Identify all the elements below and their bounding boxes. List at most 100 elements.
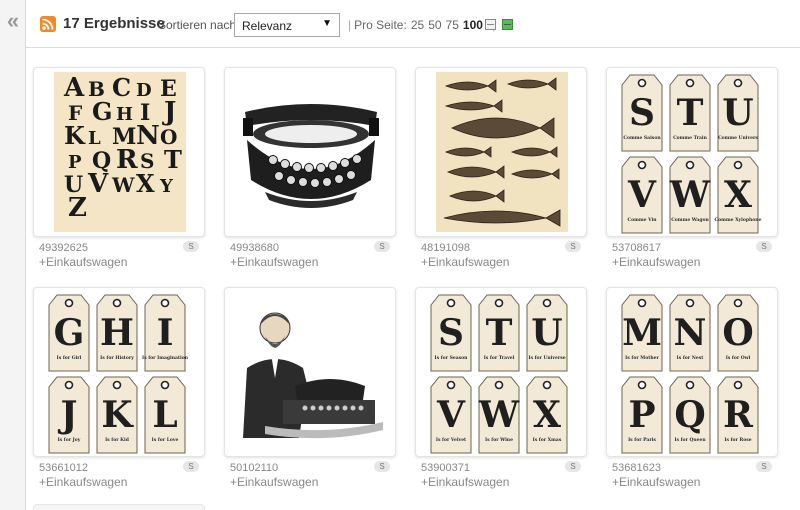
tag-caption: Comme Train bbox=[673, 135, 708, 141]
tag-caption: Is for Universe bbox=[528, 355, 565, 361]
add-to-cart-link[interactable]: +Einkaufswagen bbox=[39, 255, 127, 269]
result-thumbnail[interactable] bbox=[224, 287, 396, 457]
image-id: 49938680 bbox=[230, 242, 279, 254]
add-to-cart-link[interactable]: +Einkaufswagen bbox=[612, 475, 700, 489]
tag-caption: Is for Xmas bbox=[533, 437, 562, 443]
tag-caption: Is for Joy bbox=[58, 437, 81, 443]
sort-label: Sortieren nach bbox=[158, 18, 237, 32]
result-thumbnail[interactable]: M Is for Mother N Is for Nest O Is for Owl P Is… bbox=[606, 287, 778, 457]
alphabet-letter: C bbox=[112, 73, 131, 102]
alphabet-letter: J bbox=[162, 97, 176, 127]
divider: | bbox=[348, 18, 352, 32]
list-view-icon[interactable] bbox=[502, 19, 513, 30]
add-to-cart-link[interactable]: +Einkaufswagen bbox=[39, 475, 127, 489]
letter-tag: SIs for Season bbox=[430, 294, 472, 372]
result-card: 50102110 S +Einkaufswagen bbox=[224, 287, 396, 495]
size-badge[interactable]: S bbox=[565, 241, 581, 252]
tag-letter: M bbox=[622, 312, 662, 354]
size-badge[interactable]: S bbox=[756, 241, 772, 252]
add-to-cart-link[interactable]: +Einkaufswagen bbox=[421, 255, 509, 269]
tag-caption: Is for Imagination bbox=[142, 355, 189, 361]
letter-tag: SComme Saison bbox=[621, 74, 663, 152]
result-thumbnail[interactable]: G Is for Girl H Is for History I Is for Imagi… bbox=[33, 287, 205, 457]
tag-caption: Is for Kid bbox=[105, 437, 130, 443]
letter-tag: XComme Xylophone bbox=[715, 156, 762, 234]
letter-tag: MIs for Mother bbox=[621, 294, 663, 372]
image-id: 53681623 bbox=[612, 462, 661, 474]
tag-letter: P bbox=[628, 394, 655, 436]
size-badge[interactable]: S bbox=[183, 461, 199, 472]
image-id: 53900371 bbox=[421, 462, 470, 474]
size-badge[interactable]: S bbox=[565, 461, 581, 472]
letter-tag: NIs for Nest bbox=[669, 294, 711, 372]
alphabet-letter: N bbox=[136, 121, 160, 151]
tag-caption: Comme Univers bbox=[718, 135, 758, 141]
result-card: G Is for Girl H Is for History I Is for Imagi… bbox=[33, 287, 205, 495]
letter-tag: HIs for History bbox=[96, 294, 138, 372]
tag-caption: Comme Vin bbox=[628, 217, 658, 223]
result-thumbnail[interactable] bbox=[415, 67, 587, 237]
tag-caption: Is for Queen bbox=[674, 437, 706, 443]
per-page-option-100[interactable]: 100 bbox=[463, 18, 483, 32]
letter-tag: QIs for Queen bbox=[669, 376, 711, 454]
per-page-option-75[interactable]: 75 bbox=[446, 18, 459, 32]
tag-letter: X bbox=[533, 394, 561, 436]
typewriter-illustration bbox=[243, 104, 379, 208]
tag-letter: I bbox=[157, 312, 174, 354]
tag-letter: T bbox=[677, 92, 704, 134]
size-badge[interactable]: S bbox=[374, 241, 390, 252]
tag-letter: O bbox=[722, 312, 753, 354]
result-thumbnail[interactable] bbox=[224, 67, 396, 237]
sort-dropdown[interactable]: Relevanz ▼ bbox=[234, 13, 340, 37]
add-to-cart-link[interactable]: +Einkaufswagen bbox=[230, 475, 318, 489]
result-card: M Is for Mother N Is for Nest O Is for Owl P Is… bbox=[606, 287, 778, 495]
tag-letter: H bbox=[100, 312, 134, 354]
letter-tags-illustration: MIs for MotherNIs for NestOIs for OwlPIs… bbox=[621, 294, 759, 454]
result-thumbnail[interactable]: S Is for Season T Is for Travel U Is for Univ… bbox=[415, 287, 587, 457]
tag-caption: Comme Wagon bbox=[671, 217, 709, 223]
result-card: ABCDEFGHIJKLMNOPQRSTUVWXYZ 49392625 S +E… bbox=[33, 67, 205, 275]
sidebar-collapse-bar: « bbox=[0, 0, 26, 510]
letter-tag: LIs for Love bbox=[144, 376, 186, 454]
double-chevron-left-icon[interactable]: « bbox=[0, 10, 26, 34]
grid-view-icon[interactable] bbox=[485, 19, 496, 30]
add-to-cart-link[interactable]: +Einkaufswagen bbox=[230, 255, 318, 269]
letter-tag: GIs for Girl bbox=[48, 294, 90, 372]
add-to-cart-link[interactable]: +Einkaufswagen bbox=[612, 255, 700, 269]
per-page-selector: |Pro Seite:255075100 | bbox=[348, 18, 498, 32]
tag-letter: U bbox=[722, 92, 753, 134]
image-id: 53661012 bbox=[39, 462, 88, 474]
sort-selected-value: Relevanz bbox=[242, 19, 293, 33]
tag-caption: Is for Velvet bbox=[436, 437, 467, 443]
size-badge[interactable]: S bbox=[183, 241, 199, 252]
image-id: 50102110 bbox=[230, 462, 279, 474]
alphabet-letter: Y bbox=[159, 176, 174, 197]
tag-caption: Is for Wine bbox=[485, 437, 513, 443]
results-toolbar: 17 Ergebnisse Sortieren nach Relevanz ▼ … bbox=[26, 0, 800, 48]
size-badge[interactable]: S bbox=[374, 461, 390, 472]
letter-tag: RIs for Rose bbox=[717, 376, 759, 454]
tag-caption: Is for Travel bbox=[484, 355, 515, 361]
tag-letter: X bbox=[724, 174, 752, 216]
tag-letter: N bbox=[674, 312, 707, 354]
tag-caption: Is for History bbox=[100, 355, 134, 361]
letter-tag: KIs for Kid bbox=[96, 376, 138, 454]
rss-icon[interactable] bbox=[40, 16, 56, 32]
letter-tag: WComme Wagon bbox=[669, 156, 711, 234]
result-thumbnail[interactable]: S Comme Saison T Comme Train U Comme Univers V… bbox=[606, 67, 778, 237]
man-with-typewriter-illustration bbox=[243, 312, 383, 439]
result-card: 48191098 S +Einkaufswagen bbox=[415, 67, 587, 275]
alphabet-letter: L bbox=[88, 128, 101, 149]
tag-letter: W bbox=[669, 174, 711, 216]
tag-caption: Is for Girl bbox=[57, 355, 82, 361]
tag-letter: U bbox=[531, 312, 562, 354]
per-page-option-50[interactable]: 50 bbox=[428, 18, 441, 32]
result-thumbnail[interactable]: ABCDEFGHIJKLMNOPQRSTUVWXYZ bbox=[33, 67, 205, 237]
alphabet-letter: R bbox=[116, 145, 138, 175]
per-page-option-25[interactable]: 25 bbox=[411, 18, 424, 32]
result-card: S Comme Saison T Comme Train U Comme Univers V… bbox=[606, 67, 778, 275]
tag-letter: V bbox=[436, 394, 466, 436]
letter-tag: WIs for Wine bbox=[478, 376, 520, 454]
size-badge[interactable]: S bbox=[756, 461, 772, 472]
add-to-cart-link[interactable]: +Einkaufswagen bbox=[421, 475, 509, 489]
